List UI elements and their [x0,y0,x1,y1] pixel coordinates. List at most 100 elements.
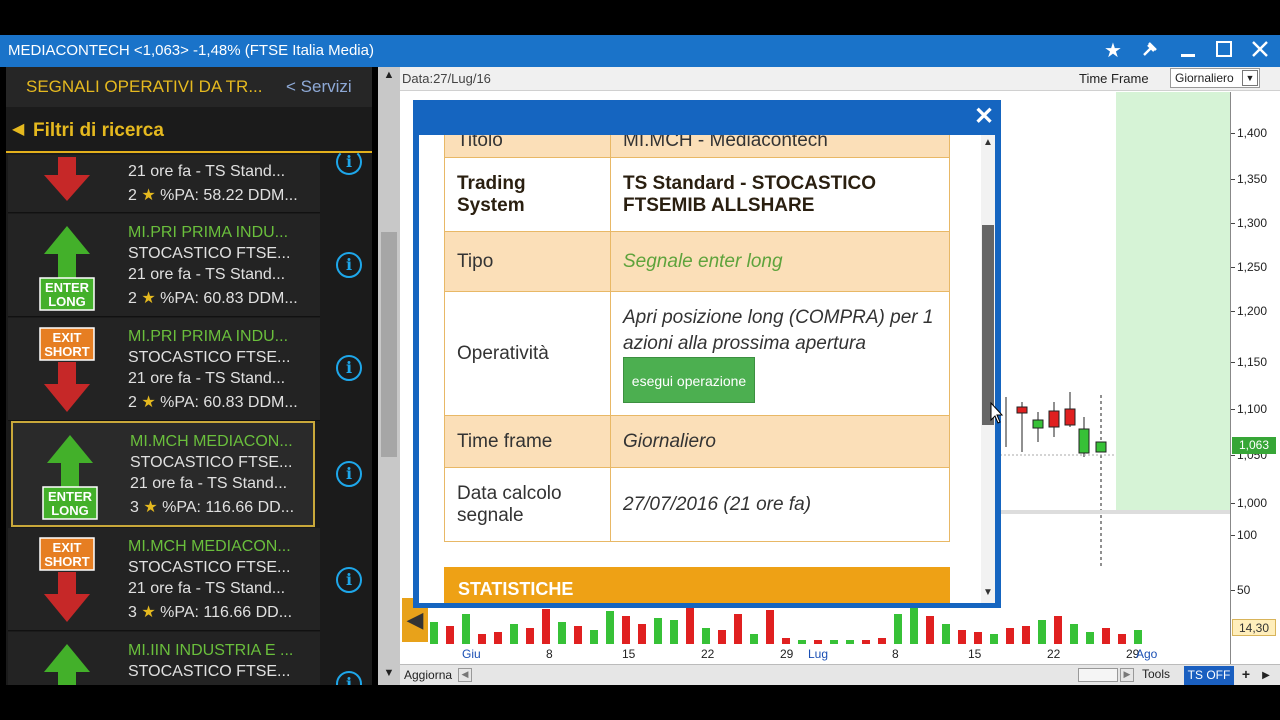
signal-item[interactable]: EXIT SHORT MI.MCH MEDIACON... STOCASTICO… [8,528,320,631]
volume-bar [846,640,854,644]
scroll-up-icon[interactable]: ▲ [378,69,400,85]
signal-time: 21 ore fa - TS Stand... [128,580,286,597]
chevron-down-icon[interactable]: ▼ [1242,70,1258,86]
volume-bar [654,618,662,644]
signal-title: MI.IIN INDUSTRIA E ... [128,642,294,659]
x-label: 8 [546,647,553,661]
row-value: Segnale enter long [610,231,950,292]
volume-bar [446,626,454,644]
volume-bar [510,624,518,644]
time-frame-select[interactable]: Giornaliero ▼ [1170,68,1260,88]
volume-bar [590,630,598,644]
scroll-thumb[interactable] [381,232,397,457]
ts-off-button[interactable]: TS OFF [1184,666,1234,685]
price-tick: 1,350 [1231,172,1267,186]
price-tick: 1,100 [1231,402,1267,416]
scroll-left-icon[interactable]: ◀ [458,668,472,682]
x-label: Lug [808,647,829,661]
volume-bar [862,640,870,644]
info-icon[interactable]: i [336,355,362,381]
info-icon[interactable]: i [336,671,362,685]
back-arrow-icon: ◀ [12,121,25,138]
dialog-content: Titolo MI.MCH - Mediacontech Trading Sys… [419,135,995,603]
statistics-header[interactable]: STATISTICHE [444,567,950,603]
svg-text:ENTER: ENTER [45,280,90,295]
signal-item-selected[interactable]: ENTER LONG MI.MCH MEDIACON... STOCASTICO… [11,421,315,527]
signal-item[interactable]: ENTER LONG MI.PRI PRIMA INDU... STOCASTI… [8,214,320,317]
chart-statusbar: Aggiorna ◀ ▶ Tools TS OFF + ▶ [400,664,1280,685]
close-icon[interactable] [1246,39,1274,63]
chart-toolbar: Data:27/Lug/16 Time Frame Giornaliero ▼ [400,67,1280,91]
signal-stats: 2 ★ %PA: 58.22 DDM... [128,187,298,204]
zoom-in-button[interactable]: + [1238,666,1254,685]
dialog-scrollbar[interactable]: ▲ ▼ [981,135,995,603]
pin-icon[interactable] [1136,39,1164,63]
row-value: Giornaliero [610,415,950,468]
signal-item[interactable]: 21 ore fa - TS Stand... 2 ★ %PA: 58.22 D… [8,155,320,213]
info-icon[interactable]: i [336,461,362,487]
signal-stats: 2 ★ %PA: 60.83 DDM... [128,394,298,411]
bottom-border [0,685,1280,720]
volume-bar [670,620,678,644]
row-value: 27/07/2016 (21 ore fa) [610,467,950,542]
volume-bar [1070,624,1078,644]
arrow-down-icon: EXIT SHORT [39,327,95,412]
volume-bar [638,624,646,644]
panel-header: SEGNALI OPERATIVI DA TR... < Servizi [6,67,372,107]
volume-bar [958,630,966,644]
row-value: TS Standard - STOCASTICO FTSEMIB ALLSHAR… [610,157,950,232]
volume-bar [750,634,758,644]
x-label: Ago [1136,647,1158,661]
horizontal-scrollbar[interactable] [1078,668,1118,682]
scroll-thumb[interactable] [982,225,994,425]
scroll-right-icon[interactable]: ▶ [1120,668,1134,682]
table-row: Operatività Apri posizione long (COMPRA)… [444,291,950,416]
signals-panel: SEGNALI OPERATIVI DA TR... < Servizi ◀ F… [6,67,372,685]
x-label: 29 [780,647,794,661]
signal-title: MI.PRI PRIMA INDU... [128,224,289,241]
refresh-button[interactable]: Aggiorna [404,668,452,682]
row-value: Apri posizione long (COMPRA) per 1 azion… [610,291,950,416]
signal-stats: 3 ★ %PA: 116.66 DD... [128,604,293,621]
scroll-down-icon[interactable]: ▼ [378,667,400,683]
info-icon[interactable]: i [336,567,362,593]
volume-bar [430,622,438,644]
volume-bar [558,622,566,644]
info-icon[interactable]: i [336,149,362,175]
volume-bar [894,614,902,644]
tools-button[interactable]: Tools [1142,667,1170,681]
volume-tick: 100 [1231,528,1257,542]
minimize-icon[interactable] [1174,39,1202,63]
volume-bar [1118,634,1126,644]
table-row: Time frame Giornaliero [444,415,950,468]
scroll-up-icon[interactable]: ▲ [981,137,995,151]
volume-bar [526,628,534,644]
row-key: Titolo [444,135,611,158]
close-icon[interactable]: ✕ [971,104,997,130]
volume-bar [926,616,934,644]
arrow-right-icon[interactable]: ▶ [1258,666,1274,685]
star-icon[interactable]: ★ [1099,39,1127,63]
volume-bar [910,608,918,644]
window-title: MEDIACONTECH <1,063> -1,48% (FTSE Italia… [8,42,374,59]
scroll-down-icon[interactable]: ▼ [981,587,995,601]
services-link[interactable]: < Servizi [286,77,352,97]
volume-bar [830,640,838,644]
maximize-icon[interactable] [1210,39,1238,63]
execute-order-button[interactable]: esegui operazione [623,356,755,403]
signal-item[interactable]: EXIT SHORT MI.PRI PRIMA INDU... STOCASTI… [8,318,320,421]
info-icon[interactable]: i [336,252,362,278]
volume-bar [702,628,710,644]
price-tick: 1,300 [1231,216,1267,230]
pane-divider[interactable] [1000,510,1230,514]
signal-stats: 3 ★ %PA: 116.66 DD... [130,499,295,516]
signal-time: 21 ore fa - TS Stand... [130,475,288,492]
svg-text:EXIT: EXIT [53,540,82,555]
price-tick: 1,400 [1231,126,1267,140]
future-zone [1116,92,1230,512]
signal-item[interactable]: MI.IIN INDUSTRIA E ... STOCASTICO FTSE..… [8,632,320,685]
signals-scrollbar[interactable]: ▲ ▼ [378,67,400,685]
volume-bar [990,634,998,644]
volume-bar [1134,630,1142,644]
search-filters[interactable]: ◀ Filtri di ricerca [6,111,372,153]
